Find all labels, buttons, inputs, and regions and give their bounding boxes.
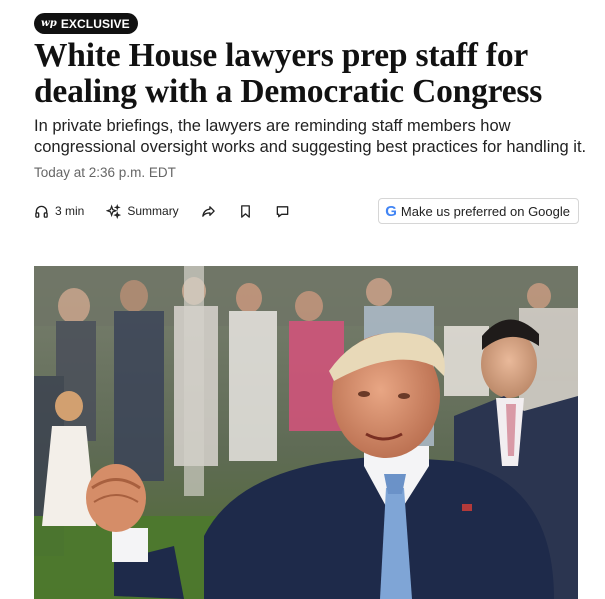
comment-button[interactable] <box>275 204 290 219</box>
save-button[interactable] <box>238 204 253 219</box>
article-toolbar: 3 min Summary G Make us preferred on Goo… <box>34 198 579 224</box>
article-headline: White House lawyers prep staff for deali… <box>34 37 543 110</box>
comment-icon <box>276 205 288 217</box>
article-dek: In private briefings, the lawyers are re… <box>34 117 587 156</box>
share-arrow-icon <box>201 205 215 217</box>
google-g-icon: G <box>385 202 397 220</box>
share-button[interactable] <box>201 204 216 219</box>
lead-photo-illustration <box>34 266 578 599</box>
article-lead-photo <box>34 266 578 599</box>
exclusive-label: EXCLUSIVE <box>60 16 130 31</box>
exclusive-badge: wp EXCLUSIVE <box>34 13 138 34</box>
article-timestamp: Today at 2:36 p.m. EDT <box>34 165 176 180</box>
google-preferred-button[interactable]: G Make us preferred on Google <box>378 198 579 224</box>
sparkle-icon <box>106 203 122 219</box>
listen-button[interactable]: 3 min <box>34 204 84 219</box>
headphones-icon <box>35 205 48 218</box>
summary-button[interactable]: Summary <box>106 203 179 219</box>
google-preferred-label: Make us preferred on Google <box>400 203 570 219</box>
listen-label: 3 min <box>55 204 85 218</box>
bookmark-icon <box>240 204 250 218</box>
summary-label: Summary <box>127 204 179 218</box>
wp-logo-icon: wp <box>41 18 57 29</box>
